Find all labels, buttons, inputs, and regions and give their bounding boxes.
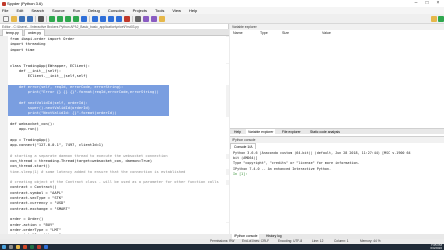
tab-static-code-analysis[interactable]: Static code analysis xyxy=(308,129,342,135)
run-cell-advance-icon[interactable] xyxy=(65,16,71,22)
menu-edit[interactable]: Edit xyxy=(16,7,23,14)
browse-directory-icon[interactable] xyxy=(431,16,437,22)
header-name[interactable]: Name xyxy=(233,30,243,36)
save-all-icon[interactable] xyxy=(27,16,33,22)
toolbar: C:\Users\[...]\Quantitative Investing us… xyxy=(0,14,444,37)
search-icon[interactable] xyxy=(9,245,13,249)
pythonpath-icon[interactable] xyxy=(151,16,157,22)
minimize-icon[interactable]: – xyxy=(411,0,421,7)
spyder-window: Spyder (Python 3.6) – □ × File Edit Sear… xyxy=(0,0,444,250)
spyder-logo-icon xyxy=(2,1,6,6)
debug-icon[interactable] xyxy=(81,16,87,22)
code-editor[interactable]: from ibapi.order import Order import thre… xyxy=(0,36,229,234)
tab-variable-explorer[interactable]: Variable explorer xyxy=(246,129,276,135)
header-value[interactable]: Value xyxy=(322,30,331,36)
console-line: In [1]: xyxy=(233,171,248,176)
close-icon[interactable]: × xyxy=(433,0,443,7)
maximize-pane-icon[interactable] xyxy=(135,16,141,22)
menu-bar: File Edit Search Source Run Debug Consol… xyxy=(0,7,444,14)
tab-help[interactable]: Help xyxy=(232,129,243,135)
taskbar: 7:05 PM 6/4/2020 xyxy=(0,244,444,250)
start-icon[interactable] xyxy=(2,245,6,249)
menu-file[interactable]: File xyxy=(2,7,8,14)
window-title: Spyder (Python 3.6) xyxy=(7,1,43,6)
console-line: Python 3.6.6 |Anaconda custom (64-bit)| … xyxy=(233,151,411,155)
continue-icon[interactable] xyxy=(116,16,122,22)
title-bar: Spyder (Python 3.6) – □ × xyxy=(0,0,444,7)
menu-debug[interactable]: Debug xyxy=(88,7,100,14)
ipython-console-pane: IPython console Console 1/A Python 3.6.6… xyxy=(230,136,444,234)
powerpoint-icon[interactable] xyxy=(23,245,27,249)
menu-projects[interactable]: Projects xyxy=(133,7,147,14)
editor-tab-bar: temp.py order.py xyxy=(0,29,229,36)
line-gutter xyxy=(0,36,8,234)
code-line[interactable]: order.totalQuantity = 1 xyxy=(10,233,229,234)
save-icon[interactable] xyxy=(19,16,25,22)
system-clock: 7:05 PM 6/4/2020 xyxy=(430,244,442,250)
stop-debug-icon[interactable] xyxy=(124,16,130,22)
file-browser-icon[interactable] xyxy=(159,16,165,22)
new-file-icon[interactable] xyxy=(3,16,9,22)
step-icon[interactable] xyxy=(92,16,98,22)
browser-icon[interactable] xyxy=(44,245,48,249)
menu-source[interactable]: Source xyxy=(52,7,65,14)
tab-order[interactable]: order.py xyxy=(24,29,45,36)
run-selection-icon[interactable] xyxy=(73,16,79,22)
header-size[interactable]: Size xyxy=(282,30,289,36)
tab-file-explorer[interactable]: File explorer xyxy=(280,129,303,135)
parent-directory-icon[interactable] xyxy=(438,16,444,22)
maximize-icon[interactable]: □ xyxy=(422,0,432,7)
step-into-icon[interactable] xyxy=(100,16,106,22)
tab-temp[interactable]: temp.py xyxy=(2,29,23,36)
undo-icon[interactable] xyxy=(38,16,44,22)
preferences-icon[interactable] xyxy=(143,16,149,22)
menu-run[interactable]: Run xyxy=(73,7,80,14)
console-pane-title: IPython console xyxy=(230,137,444,143)
file-explorer-icon[interactable] xyxy=(16,245,20,249)
menu-search[interactable]: Search xyxy=(31,7,44,14)
step-return-icon[interactable] xyxy=(108,16,114,22)
open-folder-icon[interactable] xyxy=(11,16,17,22)
menu-tools[interactable]: Tools xyxy=(155,7,164,14)
explorer-tabs: Help Variable explorer File explorer Sta… xyxy=(230,128,444,135)
menu-view[interactable]: View xyxy=(172,7,181,14)
variable-explorer-pane: Variable explorer Name Type Size Value xyxy=(230,24,444,136)
menu-help[interactable]: Help xyxy=(189,7,197,14)
run-icon[interactable] xyxy=(49,16,55,22)
spyder-taskbar-icon[interactable] xyxy=(37,245,41,249)
excel-icon[interactable] xyxy=(30,245,34,249)
header-type[interactable]: Type xyxy=(260,30,268,36)
menu-consoles[interactable]: Consoles xyxy=(108,7,125,14)
run-cell-icon[interactable] xyxy=(57,16,63,22)
console-output[interactable]: Python 3.6.6 |Anaconda custom (64-bit)| … xyxy=(230,149,444,235)
editor-panel: Editor - C:\Users\...\Interactive Broker… xyxy=(0,24,229,234)
